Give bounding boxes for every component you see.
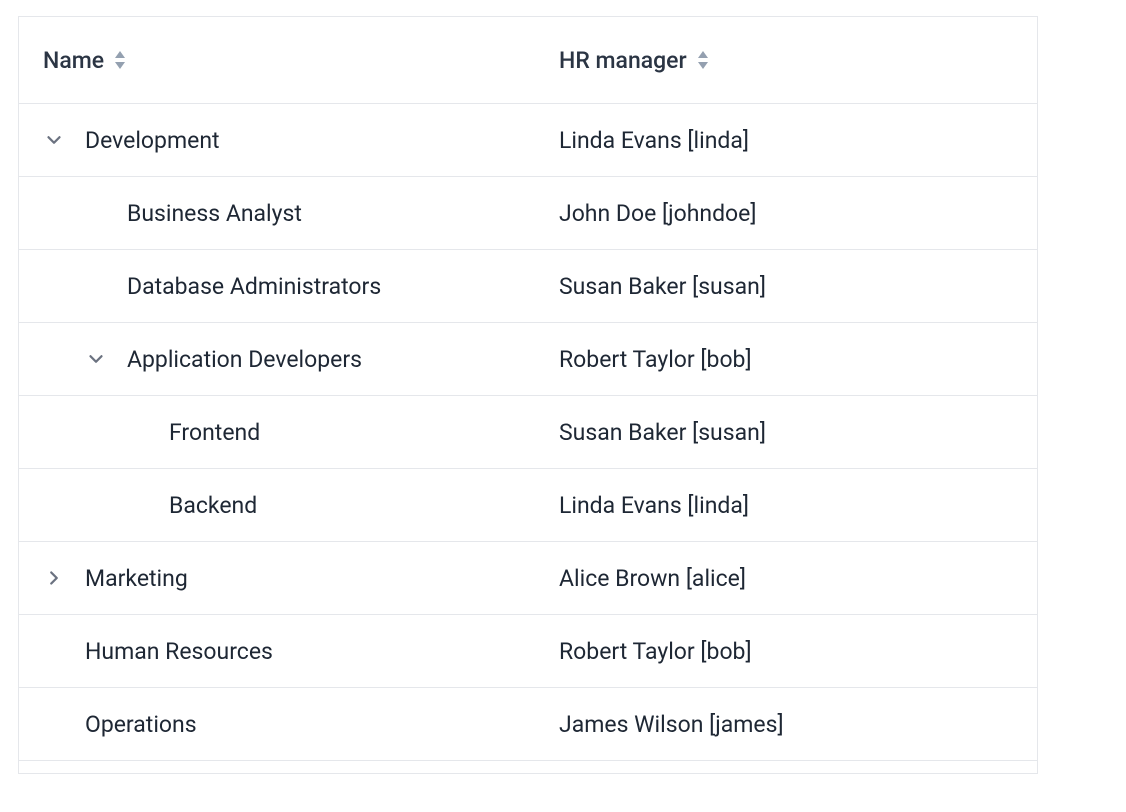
column-header-hr-manager-label: HR manager	[559, 47, 687, 74]
tree-row-hr-manager: Robert Taylor [bob]	[559, 346, 752, 373]
tree-row-hr-manager: Linda Evans [linda]	[559, 127, 749, 154]
tree-row-hr-manager: James Wilson [james]	[559, 711, 784, 738]
tree-row-hr-manager: Susan Baker [susan]	[559, 419, 766, 446]
tree-row-hr-manager: Linda Evans [linda]	[559, 492, 749, 519]
tree-table: Name HR manager	[18, 16, 1038, 774]
tree-row-name: Business Analyst	[127, 200, 302, 227]
chevron-down-icon[interactable]	[43, 129, 65, 151]
column-header-hr-manager[interactable]: HR manager	[559, 47, 709, 74]
sort-icon	[697, 51, 709, 69]
tree-row[interactable]: Operations James Wilson [james]	[19, 688, 1037, 761]
chevron-right-icon[interactable]	[43, 567, 65, 589]
tree-row[interactable]: Business Analyst John Doe [johndoe]	[19, 177, 1037, 250]
sort-icon	[114, 51, 126, 69]
tree-row-hr-manager: Alice Brown [alice]	[559, 565, 746, 592]
tree-row-name: Application Developers	[127, 346, 362, 373]
table-header-row: Name HR manager	[19, 17, 1037, 104]
tree-row[interactable]: Development Linda Evans [linda]	[19, 104, 1037, 177]
column-header-name-label: Name	[43, 47, 104, 74]
tree-row-name: Backend	[169, 492, 257, 519]
tree-row-name: Marketing	[85, 565, 188, 592]
tree-row[interactable]: Human Resources Robert Taylor [bob]	[19, 615, 1037, 688]
tree-row-hr-manager: John Doe [johndoe]	[559, 200, 756, 227]
tree-row-name: Operations	[85, 711, 197, 738]
tree-row-name: Frontend	[169, 419, 260, 446]
tree-row[interactable]: Database Administrators Susan Baker [sus…	[19, 250, 1037, 323]
tree-row-name: Development	[85, 127, 220, 154]
chevron-down-icon[interactable]	[85, 348, 107, 370]
tree-row-hr-manager: Robert Taylor [bob]	[559, 638, 752, 665]
column-header-name[interactable]: Name	[43, 47, 126, 74]
tree-row[interactable]: Marketing Alice Brown [alice]	[19, 542, 1037, 615]
tree-row-name: Human Resources	[85, 638, 273, 665]
tree-row-hr-manager: Susan Baker [susan]	[559, 273, 766, 300]
tree-row-name: Database Administrators	[127, 273, 381, 300]
tree-row[interactable]: Frontend Susan Baker [susan]	[19, 396, 1037, 469]
tree-row[interactable]: Application Developers Robert Taylor [bo…	[19, 323, 1037, 396]
tree-row[interactable]: Backend Linda Evans [linda]	[19, 469, 1037, 542]
